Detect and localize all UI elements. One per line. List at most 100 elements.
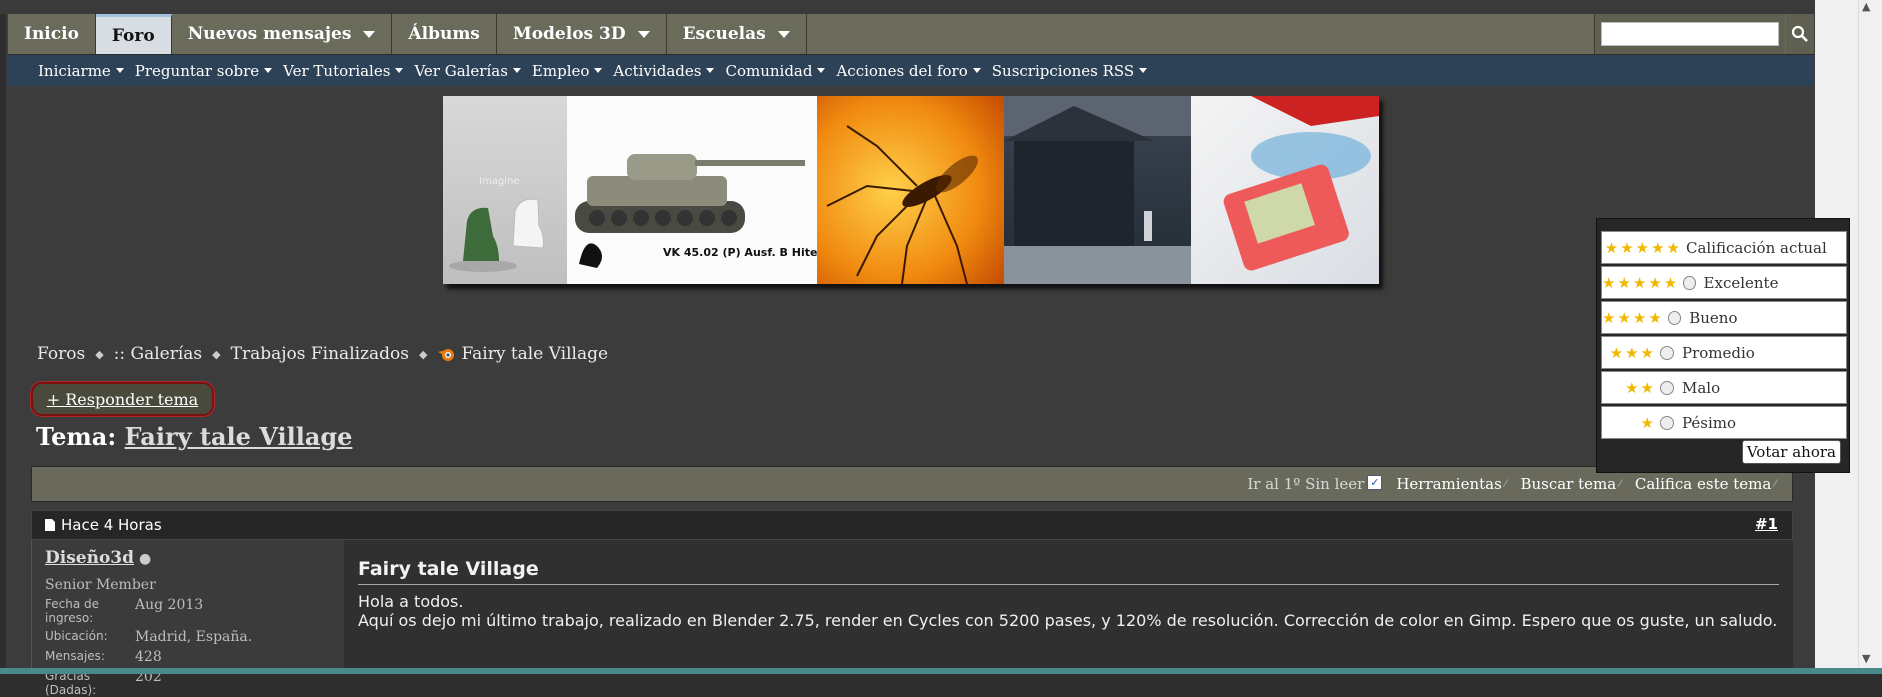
subnav-iniciarme[interactable]: Iniciarme <box>38 62 124 80</box>
document-icon <box>45 519 55 531</box>
chevron-down-icon <box>706 68 715 73</box>
post-author-link[interactable]: Diseño3d <box>45 548 134 568</box>
rating-popup: ★★★★★ Calificación actual ★★★★★ Excelent… <box>1596 218 1850 473</box>
radio-button[interactable] <box>1667 310 1682 325</box>
chevron-down-icon <box>594 68 603 73</box>
breadcrumb-current: Fairy tale Village <box>461 344 609 364</box>
page-title: Tema: Fairy tale Village <box>36 422 352 451</box>
rating-label: Calificación actual <box>1686 238 1827 257</box>
chevron-down-icon <box>395 68 404 73</box>
subnav-ver-galerias[interactable]: Ver Galerías <box>414 61 521 80</box>
subnav-label: Comunidad <box>725 61 813 80</box>
subnav-empleo[interactable]: Empleo <box>531 61 603 80</box>
breadcrumb-separator-icon: ◆ <box>212 347 221 361</box>
breadcrumb-separator-icon: ◆ <box>95 347 104 361</box>
thread-title-link[interactable]: Fairy tale Village <box>125 422 353 451</box>
star-icons-3: ★★★ <box>1609 343 1656 362</box>
rating-option-malo[interactable]: ★★ Malo <box>1601 371 1847 404</box>
first-unread-label: Ir al 1º Sin leer <box>1247 475 1365 493</box>
meta-key: Ubicación: <box>45 629 108 643</box>
subnav-acciones-del-foro[interactable]: Acciones del foro <box>836 62 981 80</box>
user-meta-row: Fecha de ingreso: Aug 2013 <box>45 597 344 625</box>
tab-albums[interactable]: Álbums <box>392 14 497 54</box>
post-paragraph: Hola a todos. <box>358 592 464 611</box>
radio-button[interactable] <box>1683 275 1696 290</box>
post-userinfo: Diseño3d ● Senior Member Fecha de ingreso… <box>31 540 344 697</box>
subnav-label: Suscripciones RSS <box>991 61 1135 80</box>
post-content: Fairy tale Village Hola a todos. Aquí os… <box>344 540 1793 668</box>
rating-label: Malo <box>1682 378 1721 397</box>
tab-nuevos-mensajes[interactable]: Nuevos mensajes <box>172 14 393 54</box>
rating-option-promedio[interactable]: ★★★ Promedio <box>1601 336 1847 369</box>
chevron-down-icon <box>637 30 650 38</box>
breadcrumb-foros[interactable]: Foros <box>37 344 85 364</box>
tab-foro[interactable]: Foro <box>95 14 172 54</box>
taskbar-strip <box>0 668 1882 674</box>
rating-label: Bueno <box>1689 308 1738 327</box>
banner-panel-tank: VK 45.02 (P) Ausf. B Hitern <box>567 96 817 284</box>
mosquito-illustration <box>826 125 978 284</box>
chevron-down-icon <box>115 68 124 73</box>
rate-thread-menu[interactable]: Califica este tema ⁄ <box>1635 475 1776 493</box>
subnav-label: Actividades <box>613 61 702 80</box>
subnav-label: Iniciarme <box>38 61 111 80</box>
post-permalink[interactable]: #1 <box>1755 515 1778 533</box>
reply-thread-button[interactable]: + Responder tema <box>31 382 214 416</box>
user-meta-row: Ubicación: Madrid, España. <box>45 629 344 645</box>
banner-panel-gameboy <box>1191 96 1379 284</box>
first-unread-link[interactable]: Ir al 1º Sin leer ✓ <box>1247 474 1383 493</box>
search-input[interactable] <box>1601 22 1779 46</box>
radio-button[interactable] <box>1660 345 1674 360</box>
banner-tank-caption: VK 45.02 (P) Ausf. B Hitern <box>663 246 817 259</box>
scrollbar[interactable] <box>1858 0 1882 668</box>
tab-label: Nuevos mensajes <box>187 24 352 44</box>
dropdown-icon: ⁄ <box>1504 478 1507 490</box>
thread-title-prefix: Tema: <box>36 422 117 451</box>
chevron-down-icon <box>777 30 790 38</box>
meta-value: 428 <box>135 649 162 665</box>
subnav-label: Preguntar sobre <box>134 61 260 80</box>
tools-menu[interactable]: Herramientas ⁄ <box>1396 475 1506 493</box>
radio-button[interactable] <box>1660 380 1674 395</box>
rating-option-excelente[interactable]: ★★★★★ Excelente <box>1601 266 1847 299</box>
banner-panel-cabin <box>1004 96 1191 284</box>
search-thread-menu[interactable]: Buscar tema ⁄ <box>1520 475 1620 493</box>
banner-panel-chairs: Imagine <box>443 96 567 284</box>
rating-option-bueno[interactable]: ★★★★ Bueno <box>1601 301 1847 334</box>
meta-key: Mensajes: <box>45 649 105 663</box>
dropdown-icon: ⁄ <box>1619 478 1621 490</box>
subnav-label: Empleo <box>531 61 590 80</box>
tab-label: Modelos 3D <box>512 24 626 44</box>
rating-label: Promedio <box>1682 343 1755 362</box>
site-banner[interactable]: Imagine VK 45.02 (P) Ausf. B Hitern <box>443 96 1379 284</box>
rating-current: ★★★★★ Calificación actual <box>1601 231 1847 264</box>
post-title: Fairy tale Village <box>358 558 1779 585</box>
breadcrumb-trabajos-finalizados[interactable]: Trabajos Finalizados <box>231 344 409 364</box>
rating-label: Excelente <box>1703 273 1779 292</box>
subnav-label: Ver Galerías <box>414 61 508 80</box>
dropdown-icon: ⁄ <box>1774 478 1776 490</box>
post-body: Hola a todos. Aquí os dejo mi último tra… <box>358 592 1779 630</box>
radio-button[interactable] <box>1660 415 1674 430</box>
chevron-down-icon <box>363 30 376 38</box>
sub-navbar: Iniciarme Preguntar sobre Ver Tutoriales… <box>8 55 1814 86</box>
post-date: Hace 4 Horas <box>61 516 162 534</box>
search-button[interactable] <box>1786 14 1814 54</box>
subnav-actividades[interactable]: Actividades <box>613 61 715 80</box>
tab-inicio[interactable]: Inicio <box>8 14 96 54</box>
search-icon <box>1791 25 1808 42</box>
scroll-down-icon[interactable]: ▼ <box>1862 652 1870 665</box>
subnav-comunidad[interactable]: Comunidad <box>725 61 826 80</box>
star-icons-5: ★★★★★ <box>1604 238 1682 257</box>
subnav-preguntar-sobre[interactable]: Preguntar sobre <box>134 61 273 80</box>
scroll-up-icon[interactable]: ▲ <box>1862 0 1870 13</box>
tab-escuelas[interactable]: Escuelas <box>667 14 807 54</box>
breadcrumb-galerias[interactable]: :: Galerías <box>114 344 203 364</box>
rating-option-pesimo[interactable]: ★ Pésimo <box>1601 406 1847 439</box>
vote-now-button[interactable]: Votar ahora <box>1741 440 1841 464</box>
tab-modelos-3d[interactable]: Modelos 3D <box>497 14 667 54</box>
subnav-suscripciones-rss[interactable]: Suscripciones RSS <box>991 61 1148 80</box>
subnav-ver-tutoriales[interactable]: Ver Tutoriales <box>283 62 404 80</box>
thread-toolbar: Ir al 1º Sin leer ✓ Herramientas ⁄ Buscar … <box>31 466 1793 502</box>
chevron-down-icon <box>512 68 521 73</box>
